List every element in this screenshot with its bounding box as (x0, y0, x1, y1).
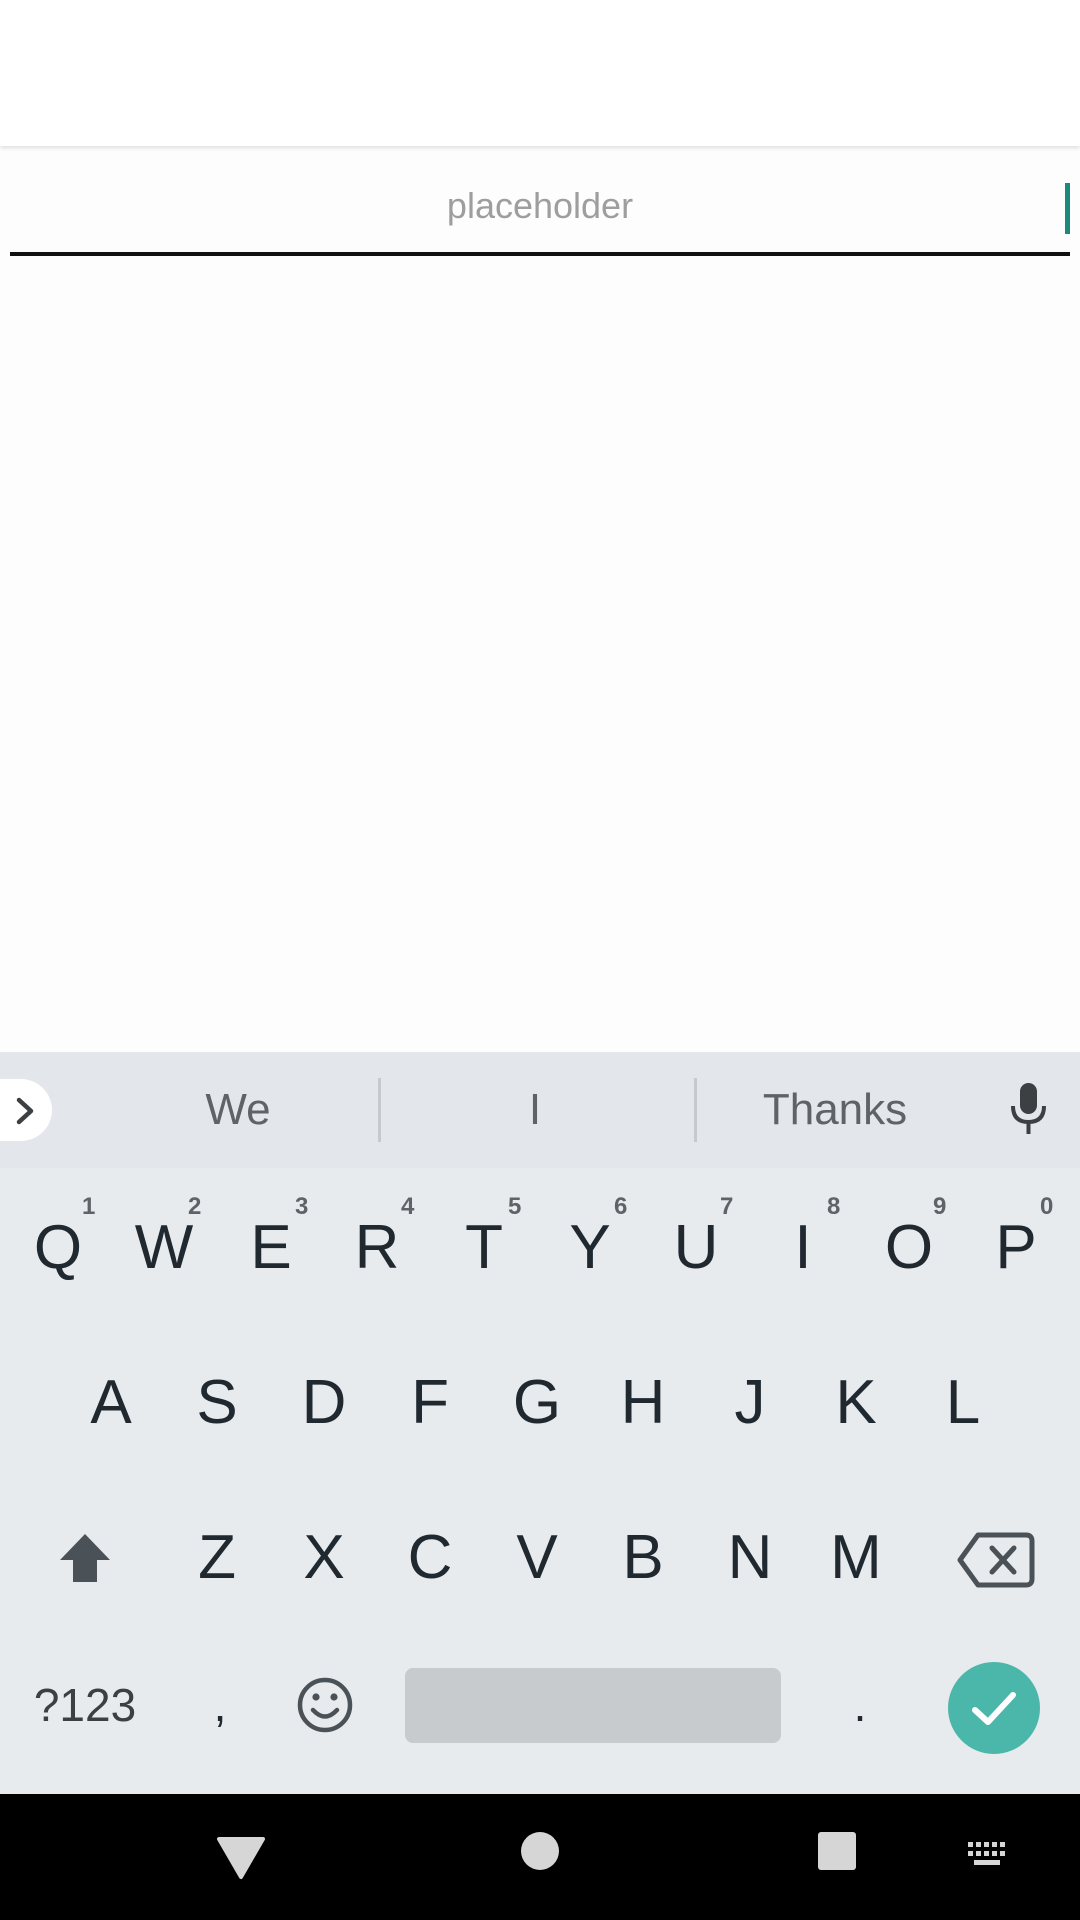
suggestion-item[interactable]: Thanks (725, 1080, 945, 1140)
key-n[interactable]: N (700, 1498, 800, 1618)
key-hint: 3 (295, 1193, 309, 1220)
emoji-key[interactable] (290, 1650, 360, 1760)
symbols-key[interactable]: ?123 (20, 1645, 150, 1765)
recents-icon[interactable] (816, 1830, 858, 1872)
key-hint: 9 (933, 1193, 947, 1220)
text-cursor (1065, 183, 1070, 234)
key-m[interactable]: M (806, 1498, 906, 1618)
suggestion-strip: We I Thanks (0, 1052, 1080, 1168)
emoji-icon (297, 1677, 353, 1733)
key-d[interactable]: D (274, 1343, 374, 1463)
key-a[interactable]: A (61, 1343, 161, 1463)
navigation-bar (0, 1794, 1080, 1920)
expand-suggestions-button[interactable] (0, 1079, 52, 1141)
space-key[interactable] (405, 1668, 781, 1743)
key-c[interactable]: C (380, 1498, 480, 1618)
text-input[interactable] (10, 160, 1070, 252)
key-v[interactable]: V (487, 1498, 587, 1618)
suggestion-item[interactable]: We (128, 1080, 348, 1140)
key-s[interactable]: S (167, 1343, 267, 1463)
key-x[interactable]: X (274, 1498, 374, 1618)
text-field[interactable] (10, 160, 1070, 256)
text-field-underline (10, 252, 1070, 256)
back-icon[interactable] (216, 1834, 266, 1882)
key-h[interactable]: H (593, 1343, 693, 1463)
suggestion-item[interactable]: I (425, 1080, 645, 1140)
key-g[interactable]: G (487, 1343, 587, 1463)
key-hint: 4 (401, 1193, 415, 1220)
suggestion-divider (694, 1078, 697, 1142)
key-hint: 5 (508, 1193, 522, 1220)
key-j[interactable]: J (700, 1343, 800, 1463)
shift-icon (60, 1534, 110, 1582)
home-icon[interactable] (519, 1830, 561, 1872)
key-k[interactable]: K (806, 1343, 906, 1463)
backspace-key[interactable] (950, 1500, 1040, 1620)
keyboard-switch-icon[interactable] (968, 1840, 1010, 1868)
microphone-icon (1011, 1083, 1046, 1134)
key-l[interactable]: L (913, 1343, 1013, 1463)
key-hint: 2 (188, 1193, 202, 1220)
app-bar (0, 0, 1080, 146)
comma-key[interactable]: , (180, 1650, 260, 1760)
key-hint: 1 (82, 1193, 96, 1220)
backspace-icon (957, 1532, 1035, 1588)
voice-input-button[interactable] (1000, 1080, 1058, 1140)
key-hint: 6 (614, 1193, 628, 1220)
check-icon (972, 1692, 1016, 1725)
enter-key[interactable] (948, 1662, 1040, 1754)
chevron-right-icon (16, 1097, 34, 1125)
period-key[interactable]: . (820, 1650, 900, 1760)
key-hint: 0 (1040, 1193, 1054, 1220)
key-z[interactable]: Z (167, 1498, 267, 1618)
key-hint: 8 (827, 1193, 841, 1220)
key-b[interactable]: B (593, 1498, 693, 1618)
suggestion-divider (378, 1078, 381, 1142)
key-f[interactable]: F (380, 1343, 480, 1463)
shift-key[interactable] (40, 1500, 130, 1620)
key-hint: 7 (720, 1193, 734, 1220)
